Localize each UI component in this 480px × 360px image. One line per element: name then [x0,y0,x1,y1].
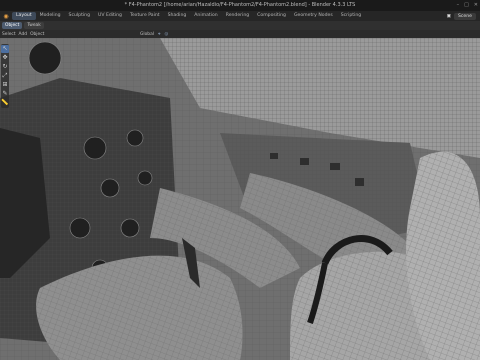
view-selector[interactable]: Tweak [24,22,44,29]
tab-rendering[interactable]: Rendering [222,12,253,20]
tab-uv-editing[interactable]: UV Editing [94,12,126,20]
transform-icon[interactable]: ⊞ [1,81,9,89]
move-icon[interactable]: ✥ [1,54,9,62]
scale-icon[interactable]: ⤢ [1,72,9,80]
menu-object[interactable]: Object [30,32,44,37]
snap-icon[interactable]: ⌖ [158,31,160,37]
orientation-selector[interactable]: Global [140,32,154,37]
viewport-header-mode: Object Tweak [0,21,480,30]
tab-sculpting[interactable]: Sculpting [65,12,94,20]
mode-selector[interactable]: Object [2,22,23,29]
tab-texture-paint[interactable]: Texture Paint [126,12,164,20]
close-icon[interactable]: ✕ [474,0,478,11]
window-title: * F4-Phantom2 [/home/arian/Hazaldio/F4-P… [124,2,356,8]
tab-shading[interactable]: Shading [164,12,191,20]
blender-logo-icon[interactable]: ◉ [0,13,12,20]
scene-icon[interactable]: ▣ [447,14,451,19]
menu-add[interactable]: Add [19,32,28,37]
tool-shelf: ↖ ✥ ↻ ⤢ ⊞ ✎ 📏 [1,44,9,108]
minimize-icon[interactable]: – [457,0,460,11]
tab-compositing[interactable]: Compositing [253,12,290,20]
tab-geometry-nodes[interactable]: Geometry Nodes [290,12,337,20]
tab-layout[interactable]: Layout [12,12,36,20]
tab-modeling[interactable]: Modeling [36,12,65,20]
3d-viewport[interactable] [0,38,480,360]
menu-select[interactable]: Select [2,32,16,37]
tab-animation[interactable]: Animation [190,12,221,20]
workspace-menubar: ◉ Layout Modeling Sculpting UV Editing T… [0,11,480,21]
cursor-icon[interactable]: ↖ [1,45,9,53]
rotate-icon[interactable]: ↻ [1,63,9,71]
measure-icon[interactable]: 📏 [1,99,9,107]
window-titlebar: * F4-Phantom2 [/home/arian/Hazaldio/F4-P… [0,0,480,11]
annotate-icon[interactable]: ✎ [1,90,9,98]
scene-selector[interactable]: Scene [453,12,476,20]
maximize-icon[interactable]: □ [464,0,469,11]
viewport-header-menus: Select Add Object Global ⌖ ◎ [0,30,480,38]
proportional-edit-icon[interactable]: ◎ [165,32,169,37]
tab-scripting[interactable]: Scripting [337,12,365,20]
